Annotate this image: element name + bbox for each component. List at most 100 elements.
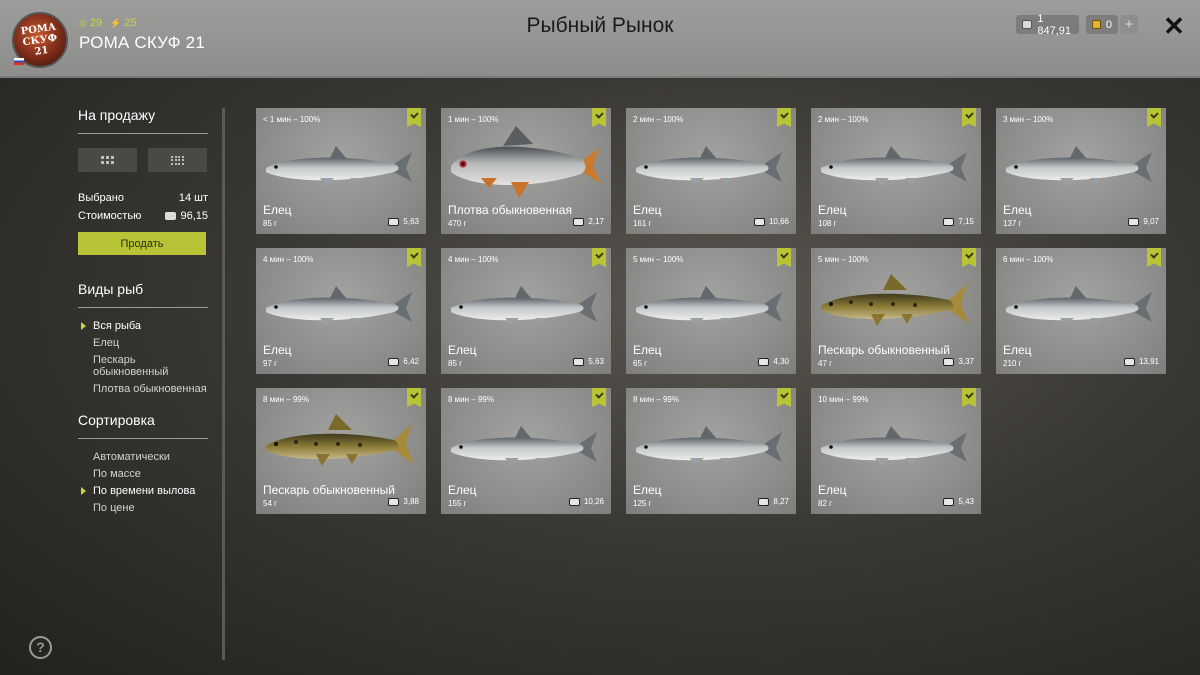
fish-card[interactable]: 8 мин – 99% Елец 125 г 8,27 xyxy=(626,388,796,514)
selected-check-icon[interactable] xyxy=(777,388,791,407)
cost-row: Стоимостью 96,15 xyxy=(78,210,208,222)
fish-price: 8,27 xyxy=(758,497,789,506)
dace-fish-image xyxy=(821,146,967,186)
selected-check-icon[interactable] xyxy=(962,248,976,267)
fish-card[interactable]: 1 мин – 100% Плотва обыкновенная 470 г 2… xyxy=(441,108,611,234)
coin-icon xyxy=(388,217,400,226)
silver-coin-icon xyxy=(1022,20,1033,29)
small-grid-view-button[interactable] xyxy=(148,148,207,172)
dace-fish-image xyxy=(636,286,782,326)
fish-type-option[interactable]: Пескарь обыкновенный xyxy=(78,354,208,378)
fish-price-value: 5,63 xyxy=(588,357,604,366)
fish-name: Пескарь обыкновенный xyxy=(263,483,395,497)
fish-name: Елец xyxy=(1003,343,1032,357)
sort-option[interactable]: По цене xyxy=(78,502,208,514)
fish-name: Елец xyxy=(818,483,847,497)
coin-icon xyxy=(388,497,400,506)
coin-icon xyxy=(943,497,955,506)
fish-card[interactable]: 8 мин – 99% Елец 155 г 10,26 xyxy=(441,388,611,514)
selected-check-icon[interactable] xyxy=(592,248,606,267)
fish-card[interactable]: 8 мин – 99% Пескарь обыкновенный 54 г 3,… xyxy=(256,388,426,514)
fish-price: 5,43 xyxy=(943,497,974,506)
fish-price-value: 6,42 xyxy=(403,357,419,366)
coin-icon xyxy=(568,497,580,506)
fish-price-value: 13,91 xyxy=(1138,357,1159,366)
help-button[interactable]: ? xyxy=(29,636,52,659)
dace-fish-image xyxy=(266,146,412,186)
fish-weight: 155 г xyxy=(448,499,467,508)
fish-card[interactable]: 2 мин – 100% Елец 161 г 10,66 xyxy=(626,108,796,234)
fish-card[interactable]: 5 мин – 100% Пескарь обыкновенный 47 г 3… xyxy=(811,248,981,374)
sell-button[interactable]: Продать xyxy=(78,232,206,255)
gold-balance: 0 xyxy=(1086,15,1118,34)
dace-fish-image xyxy=(451,426,597,466)
coin-icon xyxy=(573,217,585,226)
dace-fish-image xyxy=(451,286,597,326)
fish-weight: 161 г xyxy=(633,219,652,228)
fish-type-option[interactable]: Плотва обыкновенная xyxy=(78,383,208,395)
catch-time: 8 мин – 99% xyxy=(263,395,309,404)
fish-price-value: 3,88 xyxy=(403,497,419,506)
close-button[interactable]: ✕ xyxy=(1160,12,1188,40)
sidebar-divider xyxy=(222,108,225,660)
selected-label: Выбрано xyxy=(78,192,124,204)
catch-time: 2 мин – 100% xyxy=(633,115,684,124)
fish-card[interactable]: 2 мин – 100% Елец 108 г 7,15 xyxy=(811,108,981,234)
coin-icon xyxy=(1123,357,1135,366)
selected-check-icon[interactable] xyxy=(777,248,791,267)
gudgeon-fish-image xyxy=(821,274,969,326)
fish-weight: 108 г xyxy=(818,219,837,228)
fish-price-value: 7,15 xyxy=(958,217,974,226)
selected-check-icon[interactable] xyxy=(1147,108,1161,127)
selected-check-icon[interactable] xyxy=(962,108,976,127)
fish-name: Пескарь обыкновенный xyxy=(818,343,950,357)
selected-check-icon[interactable] xyxy=(407,108,421,127)
fish-card[interactable]: 3 мин – 100% Елец 137 г 9,07 xyxy=(996,108,1166,234)
fish-price: 6,42 xyxy=(388,357,419,366)
selected-check-icon[interactable] xyxy=(1147,248,1161,267)
selected-check-icon[interactable] xyxy=(592,108,606,127)
fish-weight: 54 г xyxy=(263,499,278,508)
fish-card[interactable]: 6 мин – 100% Елец 210 г 13,91 xyxy=(996,248,1166,374)
fish-weight: 97 г xyxy=(263,359,278,368)
add-currency-button[interactable]: + xyxy=(1120,15,1138,34)
fish-weight: 82 г xyxy=(818,499,833,508)
selected-check-icon[interactable] xyxy=(962,388,976,407)
fish-type-option[interactable]: Елец xyxy=(78,337,208,349)
gold-coin-icon xyxy=(1092,20,1101,29)
fish-name: Елец xyxy=(448,343,477,357)
cost-value: 96,15 xyxy=(180,210,208,222)
sort-option[interactable]: По времени вылова xyxy=(78,485,208,497)
small-grid-icon xyxy=(171,155,184,165)
dace-fish-image xyxy=(821,426,967,466)
fish-type-option[interactable]: Вся рыба xyxy=(78,320,208,332)
cost-label: Стоимостью xyxy=(78,210,142,222)
selected-row: Выбрано 14 шт xyxy=(78,192,208,204)
roach-fish-image xyxy=(451,126,601,198)
selected-check-icon[interactable] xyxy=(407,388,421,407)
fish-name: Елец xyxy=(633,483,662,497)
sort-option[interactable]: Автоматически xyxy=(78,451,208,463)
fish-card[interactable]: < 1 мин – 100% Елец 85 г 5,63 xyxy=(256,108,426,234)
catch-time: 5 мин – 100% xyxy=(633,255,684,264)
fish-price: 13,91 xyxy=(1123,357,1159,366)
fish-price-value: 5,43 xyxy=(958,497,974,506)
sort-heading: Сортировка xyxy=(78,400,208,439)
selected-check-icon[interactable] xyxy=(592,388,606,407)
for-sale-heading: На продажу xyxy=(78,96,208,134)
fish-price-value: 4,30 xyxy=(773,357,789,366)
sort-option[interactable]: По массе xyxy=(78,468,208,480)
fish-price: 3,88 xyxy=(388,497,419,506)
fish-card[interactable]: 4 мин – 100% Елец 97 г 6,42 xyxy=(256,248,426,374)
fish-card[interactable]: 4 мин – 100% Елец 85 г 5,63 xyxy=(441,248,611,374)
silver-balance: 1 847,91 xyxy=(1016,13,1079,37)
large-grid-view-button[interactable] xyxy=(78,148,137,172)
fish-card[interactable]: 5 мин – 100% Елец 65 г 4,30 xyxy=(626,248,796,374)
fish-weight: 125 г xyxy=(633,499,652,508)
fish-card[interactable]: 10 мин – 99% Елец 82 г 5,43 xyxy=(811,388,981,514)
dace-fish-image xyxy=(1006,146,1152,186)
selected-check-icon[interactable] xyxy=(407,248,421,267)
selected-check-icon[interactable] xyxy=(777,108,791,127)
gold-value: 0 xyxy=(1105,18,1112,31)
catch-time: < 1 мин – 100% xyxy=(263,115,321,124)
